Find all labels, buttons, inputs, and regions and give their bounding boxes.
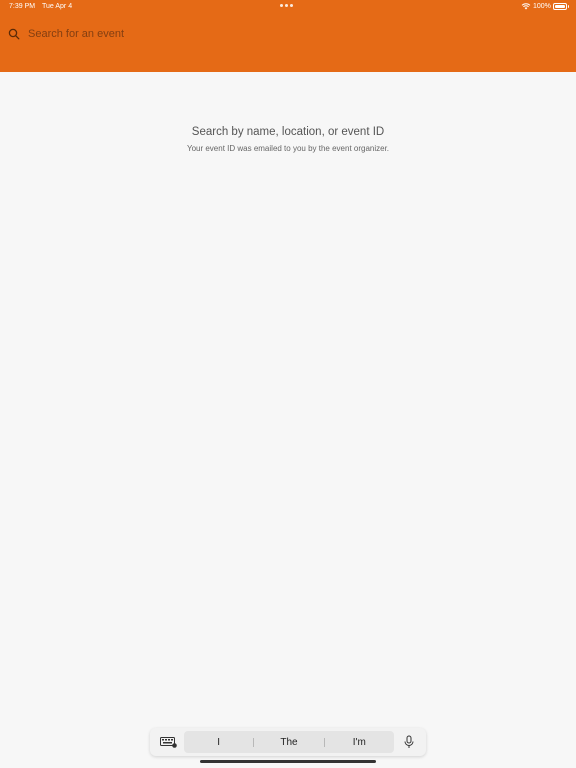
battery-icon bbox=[553, 3, 569, 10]
suggestion-strip: I The I'm bbox=[184, 731, 394, 753]
suggestion-1[interactable]: I bbox=[184, 737, 253, 748]
status-date: Tue Apr 4 bbox=[42, 3, 73, 10]
empty-state: Search by name, location, or event ID Yo… bbox=[0, 126, 576, 153]
empty-state-subtitle: Your event ID was emailed to you by the … bbox=[186, 144, 390, 153]
search-bar[interactable] bbox=[8, 24, 308, 44]
keyboard-icon[interactable] bbox=[160, 737, 178, 748]
keyboard-predictive-bar: I The I'm bbox=[150, 728, 426, 756]
home-indicator[interactable] bbox=[200, 760, 376, 763]
battery-percentage: 100% bbox=[533, 3, 551, 10]
search-icon bbox=[8, 28, 20, 40]
suggestion-3[interactable]: I'm bbox=[325, 737, 394, 748]
search-input[interactable] bbox=[28, 28, 278, 40]
status-bar: 7:39 PM Tue Apr 4 100% bbox=[0, 0, 576, 14]
microphone-icon[interactable] bbox=[403, 735, 415, 749]
multitasking-dots-icon[interactable] bbox=[280, 2, 296, 8]
wifi-icon bbox=[521, 3, 531, 10]
status-time: 7:39 PM bbox=[9, 3, 36, 10]
suggestion-2[interactable]: The bbox=[254, 737, 323, 748]
header-wave bbox=[0, 60, 576, 71]
empty-state-title: Search by name, location, or event ID bbox=[191, 126, 385, 138]
